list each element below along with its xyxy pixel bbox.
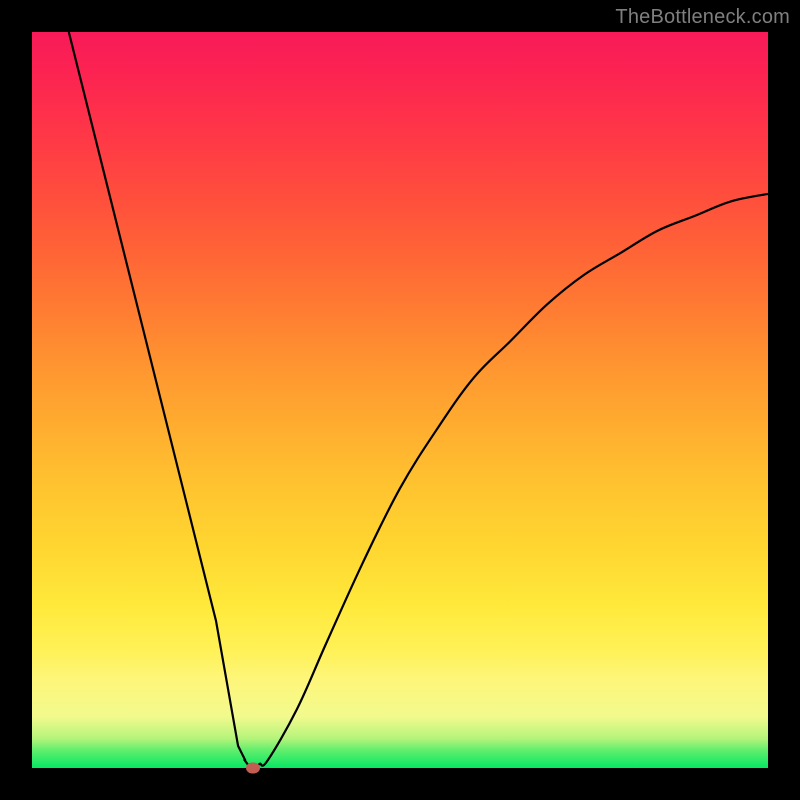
watermark: TheBottleneck.com [615,6,790,29]
optimum-marker [246,763,260,774]
bottleneck-curve [32,32,768,768]
plot-area [32,32,768,768]
curve-descending [69,32,246,761]
curve-ascending [260,194,768,766]
chart-frame: TheBottleneck.com [0,0,800,800]
